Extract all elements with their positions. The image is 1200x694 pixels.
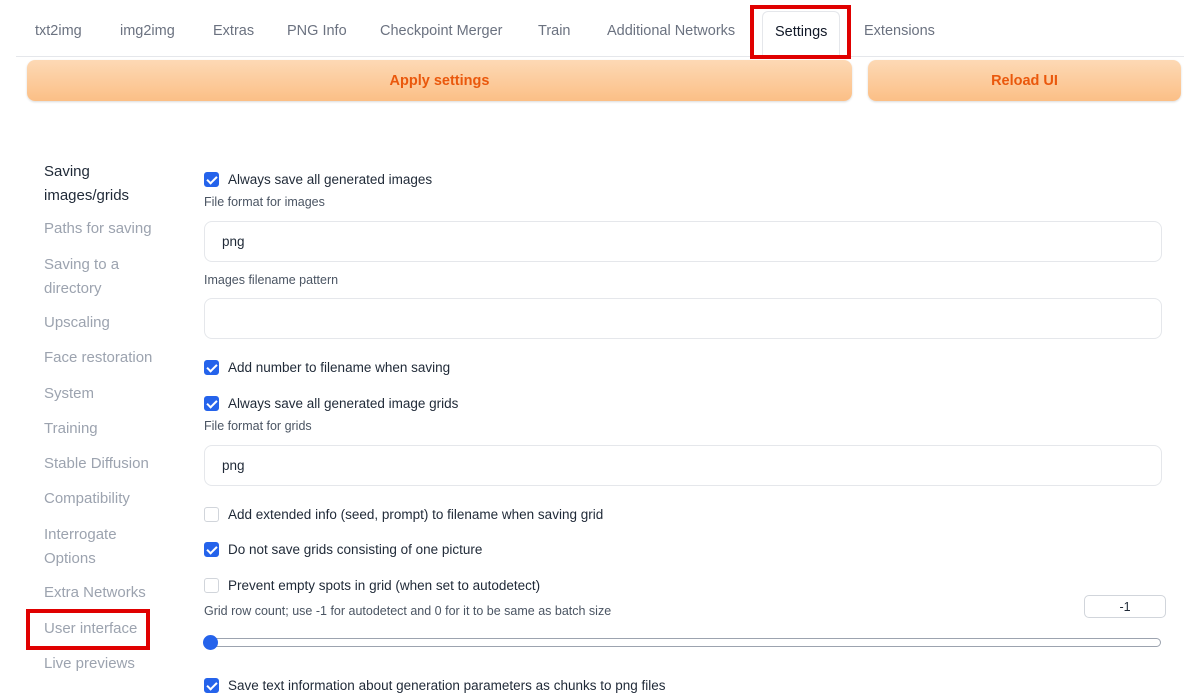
- user-interface-highlight: [26, 609, 150, 650]
- grid-row-count-slider[interactable]: [206, 638, 1161, 647]
- sidebar-item-saving-to-directory[interactable]: Saving to a directory: [44, 253, 149, 301]
- apply-settings-button[interactable]: Apply settings: [27, 60, 852, 101]
- file-format-images-input[interactable]: png: [204, 221, 1162, 262]
- save-all-grids-label: Always save all generated image grids: [228, 395, 459, 411]
- tab-underline: [16, 56, 1184, 57]
- sidebar-item-system[interactable]: System: [44, 382, 164, 406]
- no-single-grid-label: Do not save grids consisting of one pict…: [228, 541, 483, 557]
- grid-row-count-input[interactable]: -1: [1084, 595, 1166, 618]
- sidebar-item-stable-diffusion[interactable]: Stable Diffusion: [44, 452, 184, 476]
- file-format-images-label: File format for images: [204, 195, 325, 209]
- tab-extensions[interactable]: Extensions: [864, 23, 935, 39]
- sidebar-item-face-restoration[interactable]: Face restoration: [44, 346, 184, 370]
- sidebar-item-live-previews[interactable]: Live previews: [44, 652, 164, 676]
- tab-bar: txt2img img2img Extras PNG Info Checkpoi…: [0, 0, 1200, 60]
- no-single-grid-checkbox[interactable]: [204, 541, 219, 557]
- filename-pattern-input[interactable]: [204, 298, 1162, 339]
- tab-png-info[interactable]: PNG Info: [287, 23, 347, 39]
- save-all-grids-checkbox[interactable]: [204, 395, 219, 411]
- settings-page: txt2img img2img Extras PNG Info Checkpoi…: [0, 0, 1200, 694]
- settings-tab-highlight: [750, 5, 851, 59]
- no-single-grid-option[interactable]: Do not save grids consisting of one pict…: [204, 540, 482, 558]
- sidebar-item-paths-for-saving[interactable]: Paths for saving: [44, 217, 164, 241]
- save-all-images-option[interactable]: Always save all generated images: [204, 170, 432, 188]
- extended-info-checkbox[interactable]: [204, 506, 219, 522]
- grid-row-count-slider-thumb[interactable]: [203, 635, 218, 650]
- save-all-images-checkbox[interactable]: [204, 171, 219, 187]
- save-text-info-label: Save text information about generation p…: [228, 677, 666, 693]
- sidebar-item-upscaling[interactable]: Upscaling: [44, 311, 164, 335]
- add-number-checkbox[interactable]: [204, 359, 219, 375]
- reload-ui-button[interactable]: Reload UI: [868, 60, 1181, 101]
- tab-train[interactable]: Train: [538, 23, 571, 39]
- tab-img2img[interactable]: img2img: [120, 23, 175, 39]
- extended-info-label: Add extended info (seed, prompt) to file…: [228, 506, 604, 522]
- tab-additional-networks[interactable]: Additional Networks: [607, 23, 735, 39]
- file-format-grids-input[interactable]: png: [204, 445, 1162, 486]
- tab-extras[interactable]: Extras: [213, 23, 254, 39]
- save-all-grids-option[interactable]: Always save all generated image grids: [204, 394, 458, 412]
- prevent-empty-label: Prevent empty spots in grid (when set to…: [228, 577, 541, 593]
- prevent-empty-checkbox[interactable]: [204, 577, 219, 593]
- extended-info-option[interactable]: Add extended info (seed, prompt) to file…: [204, 505, 603, 523]
- add-number-label: Add number to filename when saving: [228, 359, 451, 375]
- save-all-images-label: Always save all generated images: [228, 171, 433, 187]
- tab-checkpoint-merger[interactable]: Checkpoint Merger: [380, 23, 503, 39]
- prevent-empty-option[interactable]: Prevent empty spots in grid (when set to…: [204, 576, 540, 594]
- tab-txt2img[interactable]: txt2img: [35, 23, 82, 39]
- save-text-info-option[interactable]: Save text information about generation p…: [204, 676, 666, 694]
- file-format-grids-label: File format for grids: [204, 419, 312, 433]
- grid-row-count-label: Grid row count; use -1 for autodetect an…: [204, 604, 612, 618]
- sidebar-item-saving-images-grids[interactable]: Saving images/grids: [44, 160, 164, 208]
- save-text-info-checkbox[interactable]: [204, 677, 219, 693]
- filename-pattern-label: Images filename pattern: [204, 273, 339, 287]
- sidebar-item-extra-networks[interactable]: Extra Networks: [44, 581, 184, 605]
- add-number-option[interactable]: Add number to filename when saving: [204, 358, 450, 376]
- sidebar-item-interrogate-options[interactable]: Interrogate Options: [44, 523, 164, 571]
- sidebar-item-compatibility[interactable]: Compatibility: [44, 487, 164, 511]
- sidebar-item-training[interactable]: Training: [44, 417, 164, 441]
